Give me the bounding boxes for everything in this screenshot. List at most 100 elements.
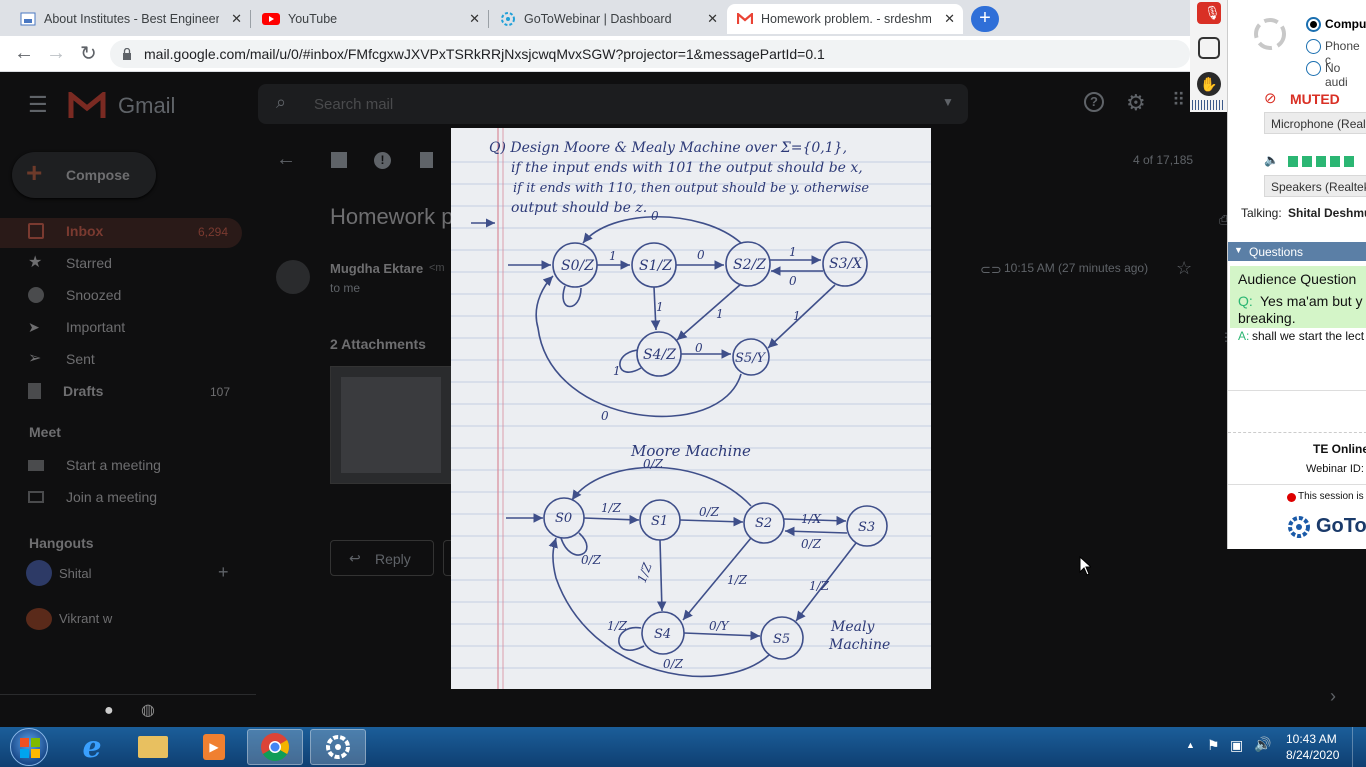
settings-gear-icon[interactable]: ⚙: [1126, 90, 1146, 116]
clock-date[interactable]: 8/24/2020: [1286, 748, 1339, 762]
add-hangout-icon[interactable]: +: [218, 562, 229, 583]
back-arrow-icon[interactable]: ←: [14, 42, 34, 65]
taskbar-file-explorer[interactable]: [125, 729, 181, 765]
report-spam-icon[interactable]: !: [374, 152, 391, 169]
archive-icon[interactable]: [331, 152, 347, 168]
action-center-flag-icon[interactable]: ⚑: [1207, 737, 1220, 754]
join-meeting-item[interactable]: Join a meeting: [28, 489, 157, 505]
reply-label: Reply: [375, 551, 411, 567]
compose-label: Compose: [66, 167, 130, 183]
audio-option-label: No audi: [1325, 61, 1348, 89]
speaker-level-meter: [1288, 156, 1354, 167]
drag-handle[interactable]: [1192, 100, 1225, 110]
sidebar-item-label: Inbox: [66, 223, 104, 239]
meet-header: Meet: [29, 424, 61, 440]
mealy-edge-label: 1/X: [801, 512, 822, 526]
taskbar-media-player[interactable]: ▶: [186, 729, 242, 765]
help-icon[interactable]: ?: [1084, 92, 1104, 112]
no-audio-radio[interactable]: [1306, 61, 1321, 76]
gmail-logo-icon: [68, 92, 106, 118]
windows-taskbar: e ▶ ▲ ⚑ ▣ 🔊 10:43 AM 8/24/2020: [0, 727, 1366, 767]
email-time: 10:15 AM (27 minutes ago): [1004, 261, 1149, 275]
microphone-select[interactable]: Microphone (Realt: [1264, 112, 1366, 134]
mealy-state-s5: S5: [773, 632, 790, 647]
main-menu-icon[interactable]: ☰: [28, 92, 48, 118]
star-email-icon[interactable]: ☆: [1176, 258, 1192, 279]
hangouts-contact-name[interactable]: Vikrant w: [59, 611, 112, 626]
chevron-right-icon[interactable]: ›: [1330, 686, 1336, 707]
back-to-inbox-icon[interactable]: ←: [276, 148, 296, 171]
close-tab-icon[interactable]: ✕: [469, 11, 480, 27]
inbox-count: 6,294: [198, 225, 229, 239]
recording-dot-icon: [1287, 493, 1296, 502]
volume-icon[interactable]: 🔊: [1254, 736, 1271, 753]
speaker-select[interactable]: Speakers (Realtek: [1264, 175, 1366, 197]
answer-text: shall we start the lect: [1252, 329, 1365, 343]
new-tab-button[interactable]: +: [971, 6, 999, 32]
tab-youtube[interactable]: YouTube ✕: [252, 4, 488, 34]
clock-icon: [28, 287, 44, 303]
compose-button[interactable]: + Compose: [12, 152, 156, 198]
close-tab-icon[interactable]: ✕: [944, 11, 955, 27]
mealy-state-s2: S2: [755, 516, 772, 531]
network-icon[interactable]: ▣: [1230, 737, 1243, 754]
screen-share-icon[interactable]: [1198, 37, 1220, 59]
delete-icon[interactable]: [420, 152, 433, 168]
person-icon[interactable]: ●: [104, 702, 114, 720]
taskbar-gotowebinar[interactable]: [310, 729, 366, 765]
sidebar-item-snoozed[interactable]: Snoozed: [28, 287, 121, 303]
moore-edge-label: 0: [789, 274, 797, 288]
search-options-icon[interactable]: ▼: [942, 95, 954, 109]
tab-gmail-homework[interactable]: Homework problem. - srdeshmuk ✕: [727, 4, 963, 34]
forward-button[interactable]: [443, 540, 451, 576]
sidebar-item-important[interactable]: ➤ Important: [28, 319, 125, 335]
taskbar-internet-explorer[interactable]: e: [64, 729, 120, 765]
sidebar-item-sent[interactable]: ➢ Sent: [28, 351, 95, 368]
question-text: Yes ma'am but y: [1260, 293, 1363, 309]
sidebar-item-starred[interactable]: ★ Starred: [28, 255, 112, 272]
url-field[interactable]: mail.google.com/mail/u/0/#inbox/FMfcgxwJ…: [110, 40, 1190, 68]
gotowebinar-taskbar-icon: [326, 735, 350, 759]
youtube-favicon-icon: [262, 13, 280, 25]
contact-avatar[interactable]: [26, 608, 52, 630]
phone-audio-radio[interactable]: [1306, 39, 1321, 54]
start-meeting-item[interactable]: Start a meeting: [28, 457, 161, 473]
chat-bubble-icon[interactable]: ◍: [141, 700, 155, 720]
clock-time[interactable]: 10:43 AM: [1286, 732, 1337, 746]
mic-off-icon: ⊘: [1264, 90, 1277, 107]
show-desktop-button[interactable]: [1352, 727, 1366, 767]
taskbar-chrome[interactable]: [247, 729, 303, 765]
forward-arrow-icon[interactable]: →: [46, 42, 66, 65]
show-hidden-icons-icon[interactable]: ▲: [1186, 740, 1195, 750]
computer-audio-radio[interactable]: [1306, 17, 1321, 32]
mic-muted-button[interactable]: 🎙: [1197, 2, 1221, 24]
mouse-cursor-icon: [1079, 556, 1091, 576]
start-button[interactable]: [10, 728, 48, 766]
reply-button[interactable]: ↩ Reply: [330, 540, 434, 576]
search-mail-box[interactable]: ⌕ Search mail ▼: [258, 84, 968, 124]
mealy-edge-label: 1/Z: [607, 619, 628, 633]
close-tab-icon[interactable]: ✕: [231, 11, 242, 27]
sidebar-item-inbox[interactable]: Inbox: [28, 223, 103, 239]
question-text-continued: breaking.: [1238, 310, 1296, 326]
audience-question-card: Audience Question Q: Yes ma'am but y bre…: [1230, 266, 1366, 328]
recipient-text[interactable]: to me: [330, 281, 360, 295]
address-bar-row: ← → ↻ mail.google.com/mail/u/0/#inbox/FM…: [0, 36, 1366, 72]
apps-grid-icon[interactable]: ⠿: [1172, 90, 1185, 111]
attachment-thumbnail[interactable]: [330, 366, 452, 484]
mealy-state-s1: S1: [651, 514, 668, 529]
close-tab-icon[interactable]: ✕: [707, 11, 718, 27]
gotowebinar-control-panel: Comput Phone c No audi ⊘ MUTED Microphon…: [1227, 0, 1366, 549]
reload-icon[interactable]: ↻: [80, 41, 97, 66]
questions-pane-header[interactable]: ▼ Questions: [1228, 242, 1366, 261]
tab-gotowebinar[interactable]: GoToWebinar | Dashboard ✕: [490, 4, 726, 34]
hangouts-user-name[interactable]: Shital: [59, 566, 92, 581]
search-icon: ⌕: [276, 92, 287, 112]
divider: [1228, 484, 1366, 485]
sidebar-item-label: Starred: [66, 255, 112, 271]
tab-about-institutes[interactable]: About Institutes - Best Engineerin ✕: [10, 4, 250, 34]
talking-name: Shital Deshmu: [1288, 206, 1366, 220]
raise-hand-icon[interactable]: ✋: [1197, 72, 1221, 96]
sidebar-item-drafts[interactable]: Drafts: [28, 383, 103, 399]
hangouts-avatar[interactable]: [26, 560, 52, 586]
